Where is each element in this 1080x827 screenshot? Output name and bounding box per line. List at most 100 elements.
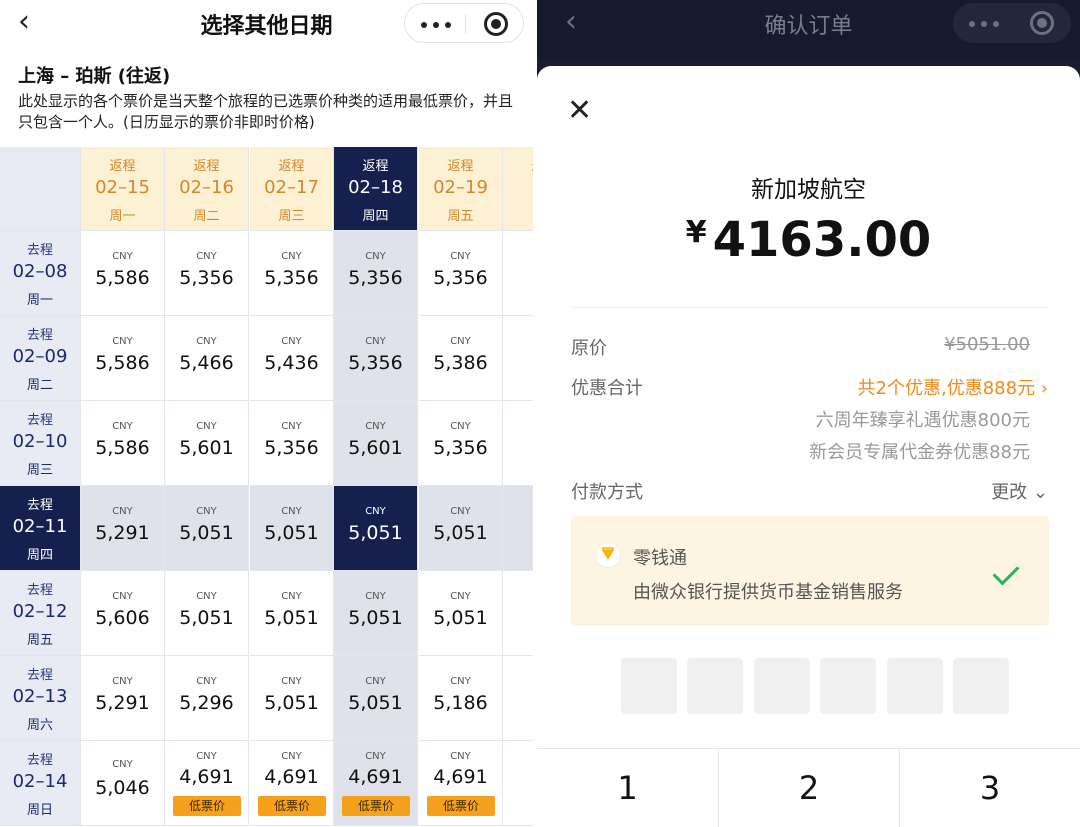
currency-label: CNY [450, 676, 471, 687]
fare-cell[interactable]: CNY 5,436 [250, 316, 334, 401]
fare-cell[interactable]: CNY 5,051 [334, 656, 418, 741]
fare-cell[interactable]: CNY 5,356 [165, 231, 249, 316]
key-1[interactable]: 1 [537, 749, 718, 827]
fare-cell[interactable]: CNY 5,291 [81, 486, 165, 571]
fare-price: 5,291 [95, 692, 150, 714]
fare-cell[interactable]: 5 [503, 486, 533, 571]
departure-date: 02–11 [12, 516, 68, 537]
close-mini-program-icon[interactable] [484, 12, 508, 36]
fare-cell[interactable]: CNY 5,046 [81, 741, 165, 826]
fare-price: 4,691 [348, 766, 403, 788]
fare-price: 5,586 [95, 352, 150, 374]
fare-cell[interactable]: 5 [503, 401, 533, 486]
fare-cell[interactable]: CNY 5,291 [81, 656, 165, 741]
return-label: 返程 [447, 159, 474, 174]
return-date-header[interactable]: 返程 02–16 周二 [165, 147, 249, 231]
fare-cell[interactable]: CNY 5,051 [250, 656, 334, 741]
fare-cell[interactable]: CNY 5,051 [419, 571, 503, 656]
departure-date-header[interactable]: 去程 02–14 周日 [0, 741, 81, 826]
fare-price: 4,691 [179, 766, 234, 788]
currency-label: CNY [196, 251, 217, 262]
departure-date-header[interactable]: 去程 02–12 周五 [0, 571, 81, 656]
departure-weekday: 周二 [26, 378, 53, 393]
mini-program-capsule [953, 3, 1071, 43]
fare-cell[interactable]: CNY 5,356 [334, 231, 418, 316]
key-2[interactable]: 2 [718, 749, 899, 827]
mini-program-capsule [404, 3, 524, 43]
fare-cell[interactable]: CNY 4,691 低票价 [165, 741, 249, 826]
fare-cell[interactable]: CNY 5,601 [334, 401, 418, 486]
fare-cell[interactable]: CNY 5,606 [81, 571, 165, 656]
fare-cell[interactable]: CNY 5,051 [250, 486, 334, 571]
fare-price: 5,586 [95, 267, 150, 289]
fare-cell[interactable]: CNY 5,051 [419, 486, 503, 571]
return-date-header[interactable]: 返程 02 周 [503, 147, 533, 231]
fare-cell[interactable]: CNY 5,466 [165, 316, 249, 401]
date-picker-screen: ‹ 选择其他日期 上海 – 珀斯 (往返) 此处显示的各个票价是当天整个旅程的已… [0, 0, 533, 827]
departure-date-header[interactable]: 去程 02–08 周一 [0, 231, 81, 316]
departure-weekday: 周五 [26, 633, 53, 648]
fare-cell[interactable]: CNY 5,051 [165, 486, 249, 571]
fare-cell[interactable]: CNY 5,051 [334, 571, 418, 656]
fare-price: 5,051 [179, 607, 234, 629]
fare-cell[interactable]: CNY 5,586 [81, 231, 165, 316]
change-payment-button[interactable]: 更改 ⌄ [991, 478, 1048, 504]
fare-cell[interactable]: CNY 5,051 [250, 571, 334, 656]
fare-cell[interactable]: 5 [503, 571, 533, 656]
departure-date-header[interactable]: 去程 02–11 周四 [0, 486, 81, 571]
fare-cell[interactable]: CNY 5,051 [165, 571, 249, 656]
return-date: 02–17 [264, 177, 319, 198]
payment-option-description: 由微众银行提供货币基金销售服务 [633, 582, 903, 603]
currency-label: CNY [450, 251, 471, 262]
currency-label: CNY [365, 506, 386, 517]
fare-cell[interactable]: CNY 5,186 [419, 656, 503, 741]
fare-cell[interactable]: CNY 5,051 [334, 486, 418, 571]
discount-summary[interactable]: 共2个优惠,优惠888元 › [858, 374, 1048, 400]
fare-cell[interactable]: CNY 5,296 [165, 656, 249, 741]
fare-price: 5 [503, 267, 533, 289]
numeric-keypad: 1 2 3 [537, 748, 1080, 827]
payment-amount: ¥4163.00 [537, 212, 1080, 268]
fare-cell[interactable]: CNY 5,356 [419, 401, 503, 486]
departure-date-header[interactable]: 去程 02–13 周六 [0, 656, 81, 741]
close-mini-program-icon [1030, 11, 1054, 35]
return-date-header[interactable]: 返程 02–18 周四 [334, 147, 418, 231]
departure-label: 去程 [26, 583, 53, 598]
fare-cell[interactable]: CNY 5,586 [81, 316, 165, 401]
fare-price: 5,051 [348, 692, 403, 714]
payment-option[interactable]: 零钱通 由微众银行提供货币基金销售服务 [571, 516, 1049, 626]
fare-cell[interactable]: 5 [503, 231, 533, 316]
return-date-header[interactable]: 返程 02–17 周三 [250, 147, 334, 231]
return-date-header[interactable]: 返程 02–19 周五 [419, 147, 503, 231]
key-3[interactable]: 3 [899, 749, 1080, 827]
fare-cell[interactable]: CNY 5,586 [81, 401, 165, 486]
currency-label: CNY [112, 676, 133, 687]
currency-label: CNY [281, 751, 302, 762]
pin-digit-box [820, 658, 876, 714]
fare-cell[interactable]: CNY 5,356 [250, 231, 334, 316]
return-date: 02–18 [348, 177, 403, 198]
departure-date-header[interactable]: 去程 02–10 周三 [0, 401, 81, 486]
fare-cell[interactable]: CNY 4,691 低票价 [419, 741, 503, 826]
fare-cell[interactable]: CNY 5,386 [419, 316, 503, 401]
pin-digit-box [754, 658, 810, 714]
fare-cell[interactable]: 5 [503, 656, 533, 741]
departure-date-header[interactable]: 去程 02–09 周二 [0, 316, 81, 401]
more-icon[interactable] [421, 22, 453, 28]
fare-price: 5 [503, 607, 533, 629]
fare-price: 5,356 [433, 267, 488, 289]
fare-calendar-grid: 返程 02–15 周一 返程 02–16 周二 返程 02–17 周三 返程 02–18 周四 返程 02… [0, 147, 533, 827]
fare-cell[interactable]: CNY 5,356 [419, 231, 503, 316]
fare-cell[interactable]: CNY 5,356 [250, 401, 334, 486]
fare-cell[interactable]: 5 [503, 741, 533, 826]
return-date-header[interactable]: 返程 02–15 周一 [81, 147, 165, 231]
currency-label: CNY [112, 506, 133, 517]
fare-cell[interactable]: CNY 4,691 低票价 [334, 741, 418, 826]
fare-cell[interactable]: 5 [503, 316, 533, 401]
currency-label: CNY [196, 421, 217, 432]
fare-cell[interactable]: CNY 4,691 低票价 [250, 741, 334, 826]
close-icon[interactable]: ✕ [567, 96, 592, 126]
low-price-badge: 低票价 [258, 796, 326, 816]
fare-cell[interactable]: CNY 5,356 [334, 316, 418, 401]
fare-cell[interactable]: CNY 5,601 [165, 401, 249, 486]
